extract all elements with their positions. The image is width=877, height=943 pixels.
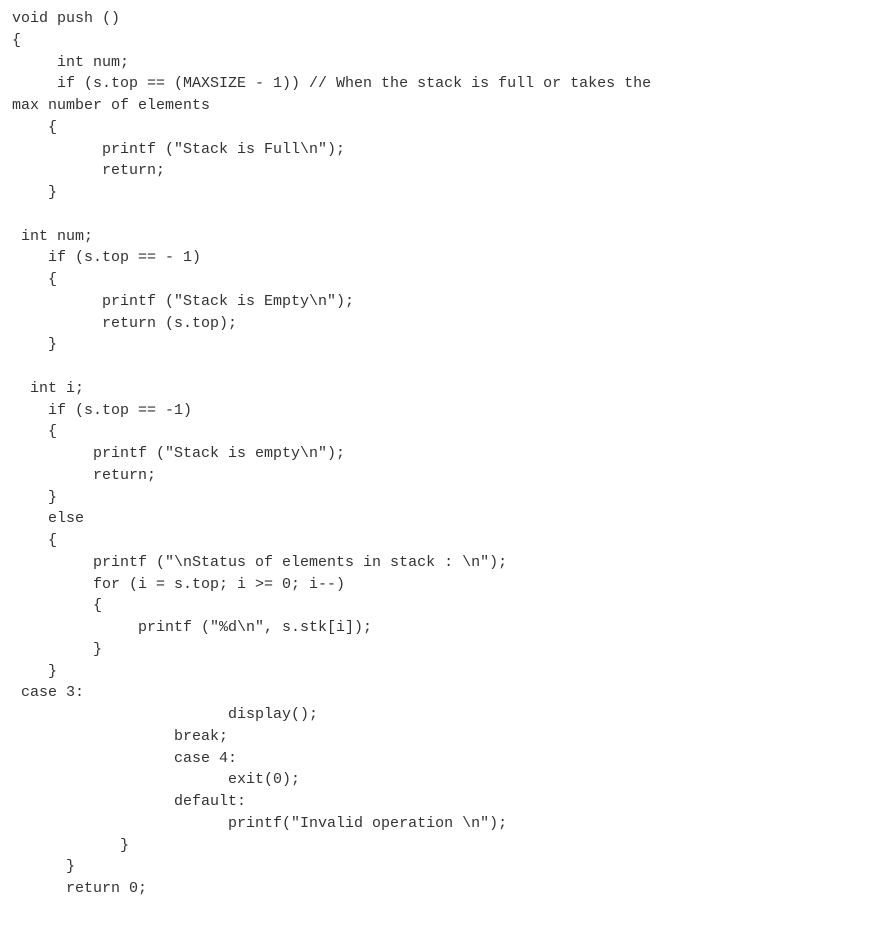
code-block: void push () { int num; if (s.top == (MA… (12, 8, 865, 900)
